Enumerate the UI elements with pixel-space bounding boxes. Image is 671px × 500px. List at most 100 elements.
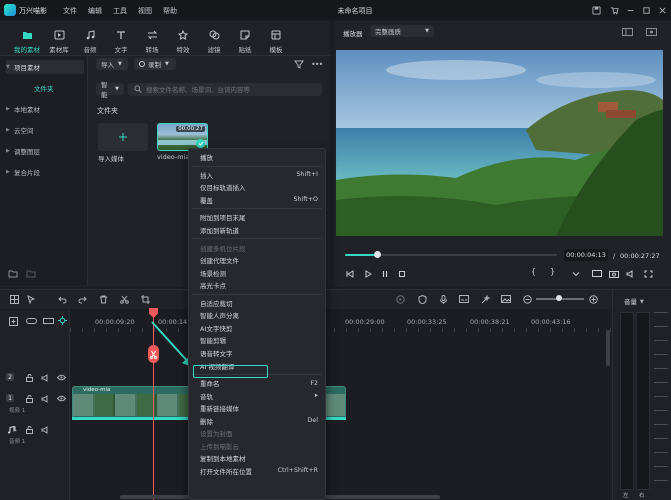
sidebar-item-adjustment-layer[interactable]: ▶ 调整图层 [6,144,84,158]
lock-icon[interactable] [25,373,34,382]
search-input[interactable] [146,83,316,96]
tab-my-media[interactable]: 我的素材 [12,30,42,54]
context-menu-item[interactable]: 覆盖 Shift+O [200,194,324,207]
player-tab[interactable]: 播放器 [343,28,363,38]
sidebar-item-folder[interactable]: 文件夹 [34,81,84,95]
smart-search-dropdown[interactable]: 智能 ▼ [96,81,124,99]
snap-icon[interactable] [42,316,54,326]
crop-icon[interactable] [140,294,150,304]
context-menu-item[interactable]: 自适应裁切 [200,297,324,310]
settings-icon[interactable] [57,315,67,325]
tab-filters[interactable]: 滤镜 [199,30,229,54]
mark-in-icon[interactable]: { [531,267,536,276]
render-icon[interactable] [395,294,405,304]
eye-icon[interactable] [56,373,66,382]
lock-icon[interactable] [25,394,34,403]
shield-icon[interactable] [417,294,427,304]
context-menu-item[interactable]: 场景检测 [200,266,324,279]
context-menu-item[interactable]: 智能人声分离 [200,309,324,322]
lock-icon[interactable] [25,425,34,434]
sidebar-item-cloud[interactable]: ▶ 云空间 [6,123,84,137]
scissors-icon[interactable] [119,294,129,304]
effects-wand-icon[interactable] [480,294,490,304]
maximize-icon[interactable] [640,4,652,16]
minimize-icon[interactable] [624,4,636,16]
import-dropdown[interactable]: 导入 ▼ [96,58,128,70]
menu-file[interactable]: 文件 [63,6,77,16]
context-menu-item[interactable]: 仅目标轨道插入 [200,181,324,194]
tab-text[interactable]: 文字 [106,30,136,54]
cart-icon[interactable] [608,4,620,16]
chevron-down-icon[interactable] [571,269,580,278]
fullscreen-icon[interactable] [643,269,653,278]
image-icon[interactable] [501,294,511,304]
context-menu-item[interactable]: 智能剪辑 [200,334,324,347]
record-dropdown[interactable]: 录制 ▼ [134,58,176,70]
player-progress-knob[interactable] [373,251,381,258]
menu-edit[interactable]: 编辑 [88,6,102,16]
menu-help[interactable]: 帮助 [163,6,177,16]
tab-transitions[interactable]: 转场 [137,30,167,54]
tab-templates[interactable]: 模板 [261,30,291,54]
quality-dropdown[interactable]: 完整画质 ▼ [370,25,434,37]
eye-icon[interactable] [56,394,66,403]
close-icon[interactable] [656,4,668,16]
select-tool-icon[interactable] [26,294,36,304]
stop-icon[interactable] [397,269,406,278]
play-icon[interactable] [363,269,372,278]
zoom-out-icon[interactable] [522,294,532,304]
folder-outline-icon[interactable] [26,268,36,278]
speaker-icon[interactable] [40,425,49,434]
video-preview[interactable] [336,50,663,236]
import-media-tile[interactable] [98,123,148,151]
video-thumbnail[interactable]: 00:00:27 [157,123,208,151]
redo-icon[interactable] [77,294,87,304]
new-folder-icon[interactable] [8,268,18,278]
camera-icon[interactable] [609,269,619,278]
undo-icon[interactable] [57,294,67,304]
link-icon[interactable] [25,316,37,326]
speaker-icon[interactable] [40,373,49,382]
context-menu-item[interactable]: 播放 [200,151,324,164]
context-menu-item[interactable]: 高光卡点 [200,279,324,292]
context-menu-item[interactable]: 音轨 ▸ [200,389,324,402]
display-icon[interactable] [592,269,602,278]
context-menu-item[interactable]: 添加到新轨道 [200,224,324,237]
sidebar-item-local-media[interactable]: ▶ 本地素材 [6,102,84,116]
menu-tools[interactable]: 工具 [113,6,127,16]
caption-icon[interactable] [459,294,469,304]
mark-out-icon[interactable]: } [550,267,555,276]
volume-icon[interactable] [626,269,636,278]
search-box[interactable] [128,83,322,96]
zoom-in-icon[interactable] [588,294,598,304]
sidebar-item-project-media[interactable]: ▼ 项目素材 [6,60,84,74]
menu-view[interactable]: 视图 [138,6,152,16]
context-menu-item[interactable]: 附加到项目末尾 [200,211,324,224]
context-menu-item[interactable]: 插入 Shift+I [200,169,324,182]
snapshot-layout-icon[interactable] [645,27,657,36]
timeline-vertical-scrollbar[interactable] [606,330,610,366]
more-icon[interactable]: ••• [311,60,323,69]
tab-audio[interactable]: 音频 [75,30,105,54]
context-menu-item[interactable]: 重新链接媒体 [200,402,324,415]
sidebar-item-compound-clip[interactable]: ▶ 复合片段 [6,165,84,179]
tab-stock-library[interactable]: 素材库 [44,30,74,54]
layout-icon[interactable] [621,27,633,36]
filter-sort-icon[interactable] [294,59,304,69]
context-menu-item[interactable]: 语音转文字 [200,347,324,360]
add-track-icon[interactable] [8,316,18,326]
chevron-down-icon[interactable]: ▼ [640,299,644,305]
layout-grid-icon[interactable] [9,294,19,304]
pause-icon[interactable] [380,269,389,278]
context-menu-item[interactable]: 删除 Del [200,414,324,427]
context-menu-item[interactable]: 重命名 F2 [200,377,324,390]
delete-icon[interactable] [98,294,108,304]
zoom-slider-knob[interactable] [556,295,562,301]
prev-frame-icon[interactable] [345,269,354,278]
context-menu-item[interactable]: 打开文件所在位置 Ctrl+Shift+R [200,465,324,478]
context-menu-item[interactable]: 创建代理文件 [200,254,324,267]
speaker-icon[interactable] [40,394,49,403]
context-menu-item[interactable]: 复制到本地素材 [200,452,324,465]
microphone-icon[interactable] [438,294,448,304]
tab-stickers[interactable]: 贴纸 [230,30,260,54]
